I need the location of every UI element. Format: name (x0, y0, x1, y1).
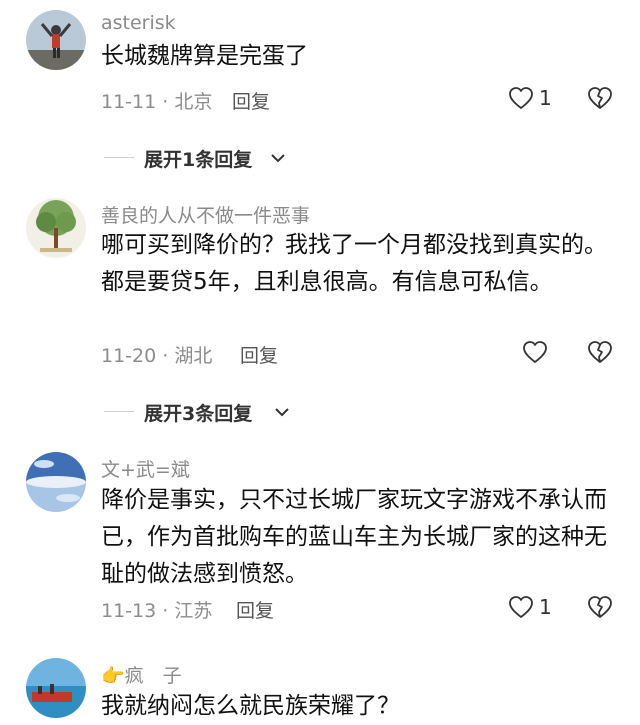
like-button[interactable] (522, 340, 548, 364)
username-text: 疯 子 (124, 665, 182, 687)
comment-text: 降价是事实，只不过长城厂家玩文字游戏不承认而已，作为首批购车的蓝山车主为长城厂家… (101, 487, 607, 587)
heart-outline-icon (508, 86, 534, 110)
heart-outline-icon (508, 595, 534, 619)
avatar[interactable] (26, 10, 86, 70)
reply-button[interactable]: 回复 (236, 596, 274, 623)
reply-button[interactable]: 回复 (232, 87, 270, 114)
dislike-button[interactable] (587, 86, 613, 110)
expand-replies-button[interactable]: 展开3条回复 (0, 397, 640, 425)
like-button[interactable]: 1 (508, 595, 552, 619)
username[interactable]: 👉疯 子 (101, 661, 182, 688)
avatar[interactable] (26, 198, 86, 258)
username[interactable]: asterisk (101, 12, 176, 34)
expand-replies-label: 展开3条回复 (144, 403, 253, 425)
pointing-hand-icon: 👉 (101, 665, 125, 687)
avatar[interactable] (26, 658, 86, 718)
reply-button[interactable]: 回复 (240, 341, 278, 368)
heart-outline-icon (522, 340, 548, 364)
expand-replies-label: 展开1条回复 (144, 149, 253, 171)
comment-text: 我就纳闷怎么就民族荣耀了？ (101, 693, 400, 719)
comment-meta: 11-13 · 江苏 (101, 600, 213, 622)
like-button[interactable]: 1 (508, 86, 552, 110)
divider (104, 157, 134, 158)
username[interactable]: 文+武=斌 (101, 455, 190, 482)
chevron-down-icon (274, 403, 290, 422)
chevron-down-icon (270, 149, 286, 168)
divider (104, 411, 134, 412)
avatar[interactable] (26, 452, 86, 512)
comment-meta: 11-20 · 湖北 (101, 345, 213, 367)
comment-meta: 11-11 · 北京 (101, 91, 213, 113)
comment-text: 哪可买到降价的？我找了一个月都没找到真实的。都是要贷5年，且利息很高。有信息可私… (101, 232, 607, 295)
expand-replies-button[interactable]: 展开1条回复 (0, 143, 640, 171)
username[interactable]: 善良的人从不做一件恶事 (101, 201, 310, 228)
broken-heart-icon (587, 86, 613, 110)
dislike-button[interactable] (587, 340, 613, 364)
broken-heart-icon (587, 340, 613, 364)
comment-text: 长城魏牌算是完蛋了 (101, 43, 308, 69)
like-count: 1 (539, 595, 552, 619)
dislike-button[interactable] (587, 595, 613, 619)
broken-heart-icon (587, 595, 613, 619)
like-count: 1 (539, 86, 552, 110)
